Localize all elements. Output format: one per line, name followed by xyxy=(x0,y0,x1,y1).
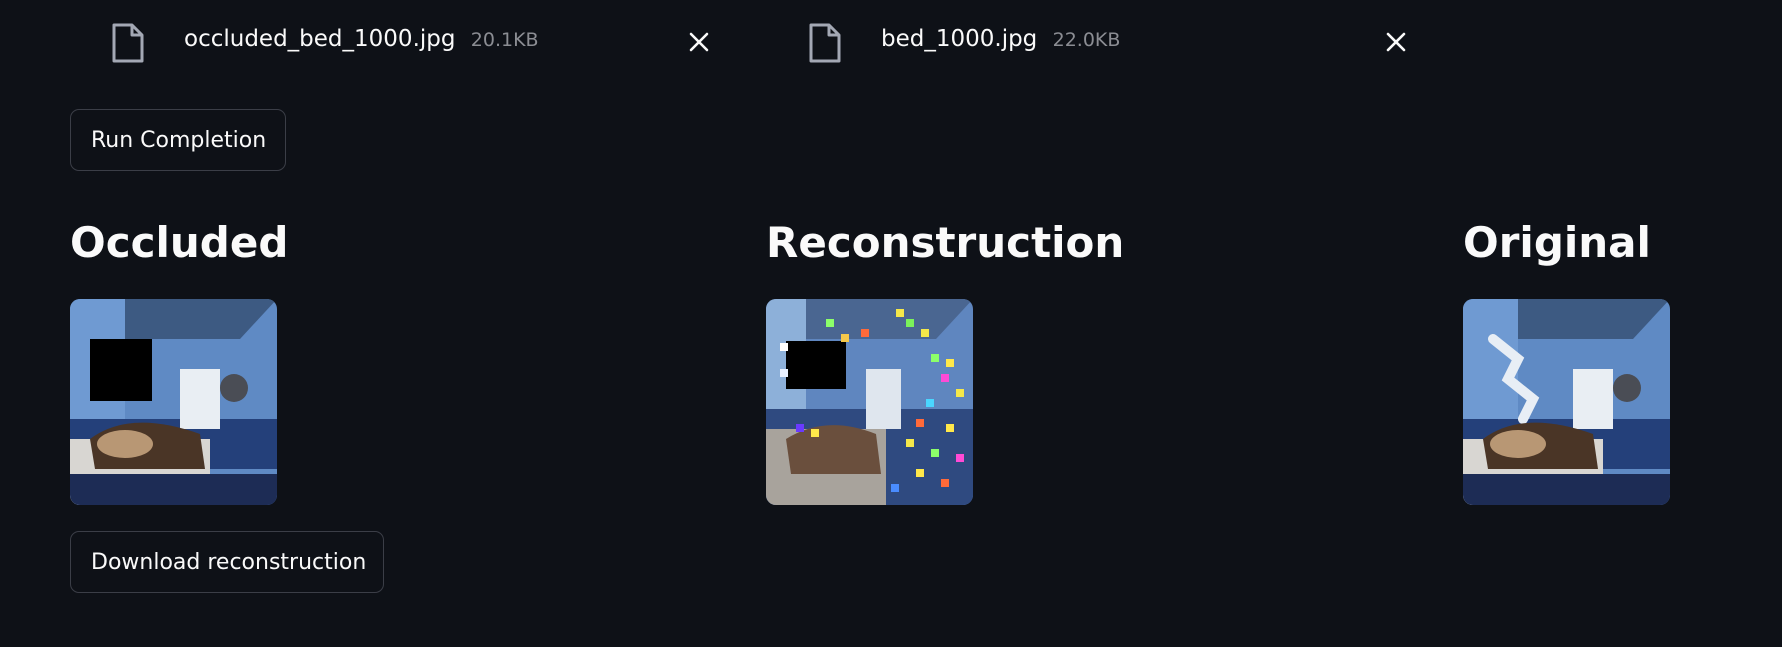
file-name: bed_1000.jpg 22.0KB xyxy=(881,26,1120,52)
heading-reconstruction: Reconstruction xyxy=(766,218,1125,267)
close-icon[interactable] xyxy=(1381,27,1411,57)
heading-original: Original xyxy=(1463,218,1651,267)
original-image xyxy=(1463,299,1670,505)
uploaded-file-occluded: occluded_bed_1000.jpg 20.1KB xyxy=(66,0,726,86)
download-reconstruction-button[interactable]: Download reconstruction xyxy=(70,531,384,593)
file-size: 22.0KB xyxy=(1052,29,1121,51)
uploaded-file-original: bed_1000.jpg 22.0KB xyxy=(763,0,1423,86)
file-size: 20.1KB xyxy=(470,29,539,51)
heading-occluded: Occluded xyxy=(70,218,289,267)
reconstruction-image xyxy=(766,299,973,505)
occluded-image xyxy=(70,299,277,505)
file-name: occluded_bed_1000.jpg 20.1KB xyxy=(184,26,539,52)
file-name-label: bed_1000.jpg xyxy=(881,26,1038,52)
close-icon[interactable] xyxy=(684,27,714,57)
file-icon xyxy=(809,23,841,63)
file-icon xyxy=(112,23,144,63)
run-completion-button[interactable]: Run Completion xyxy=(70,109,286,171)
file-name-label: occluded_bed_1000.jpg xyxy=(184,26,456,52)
